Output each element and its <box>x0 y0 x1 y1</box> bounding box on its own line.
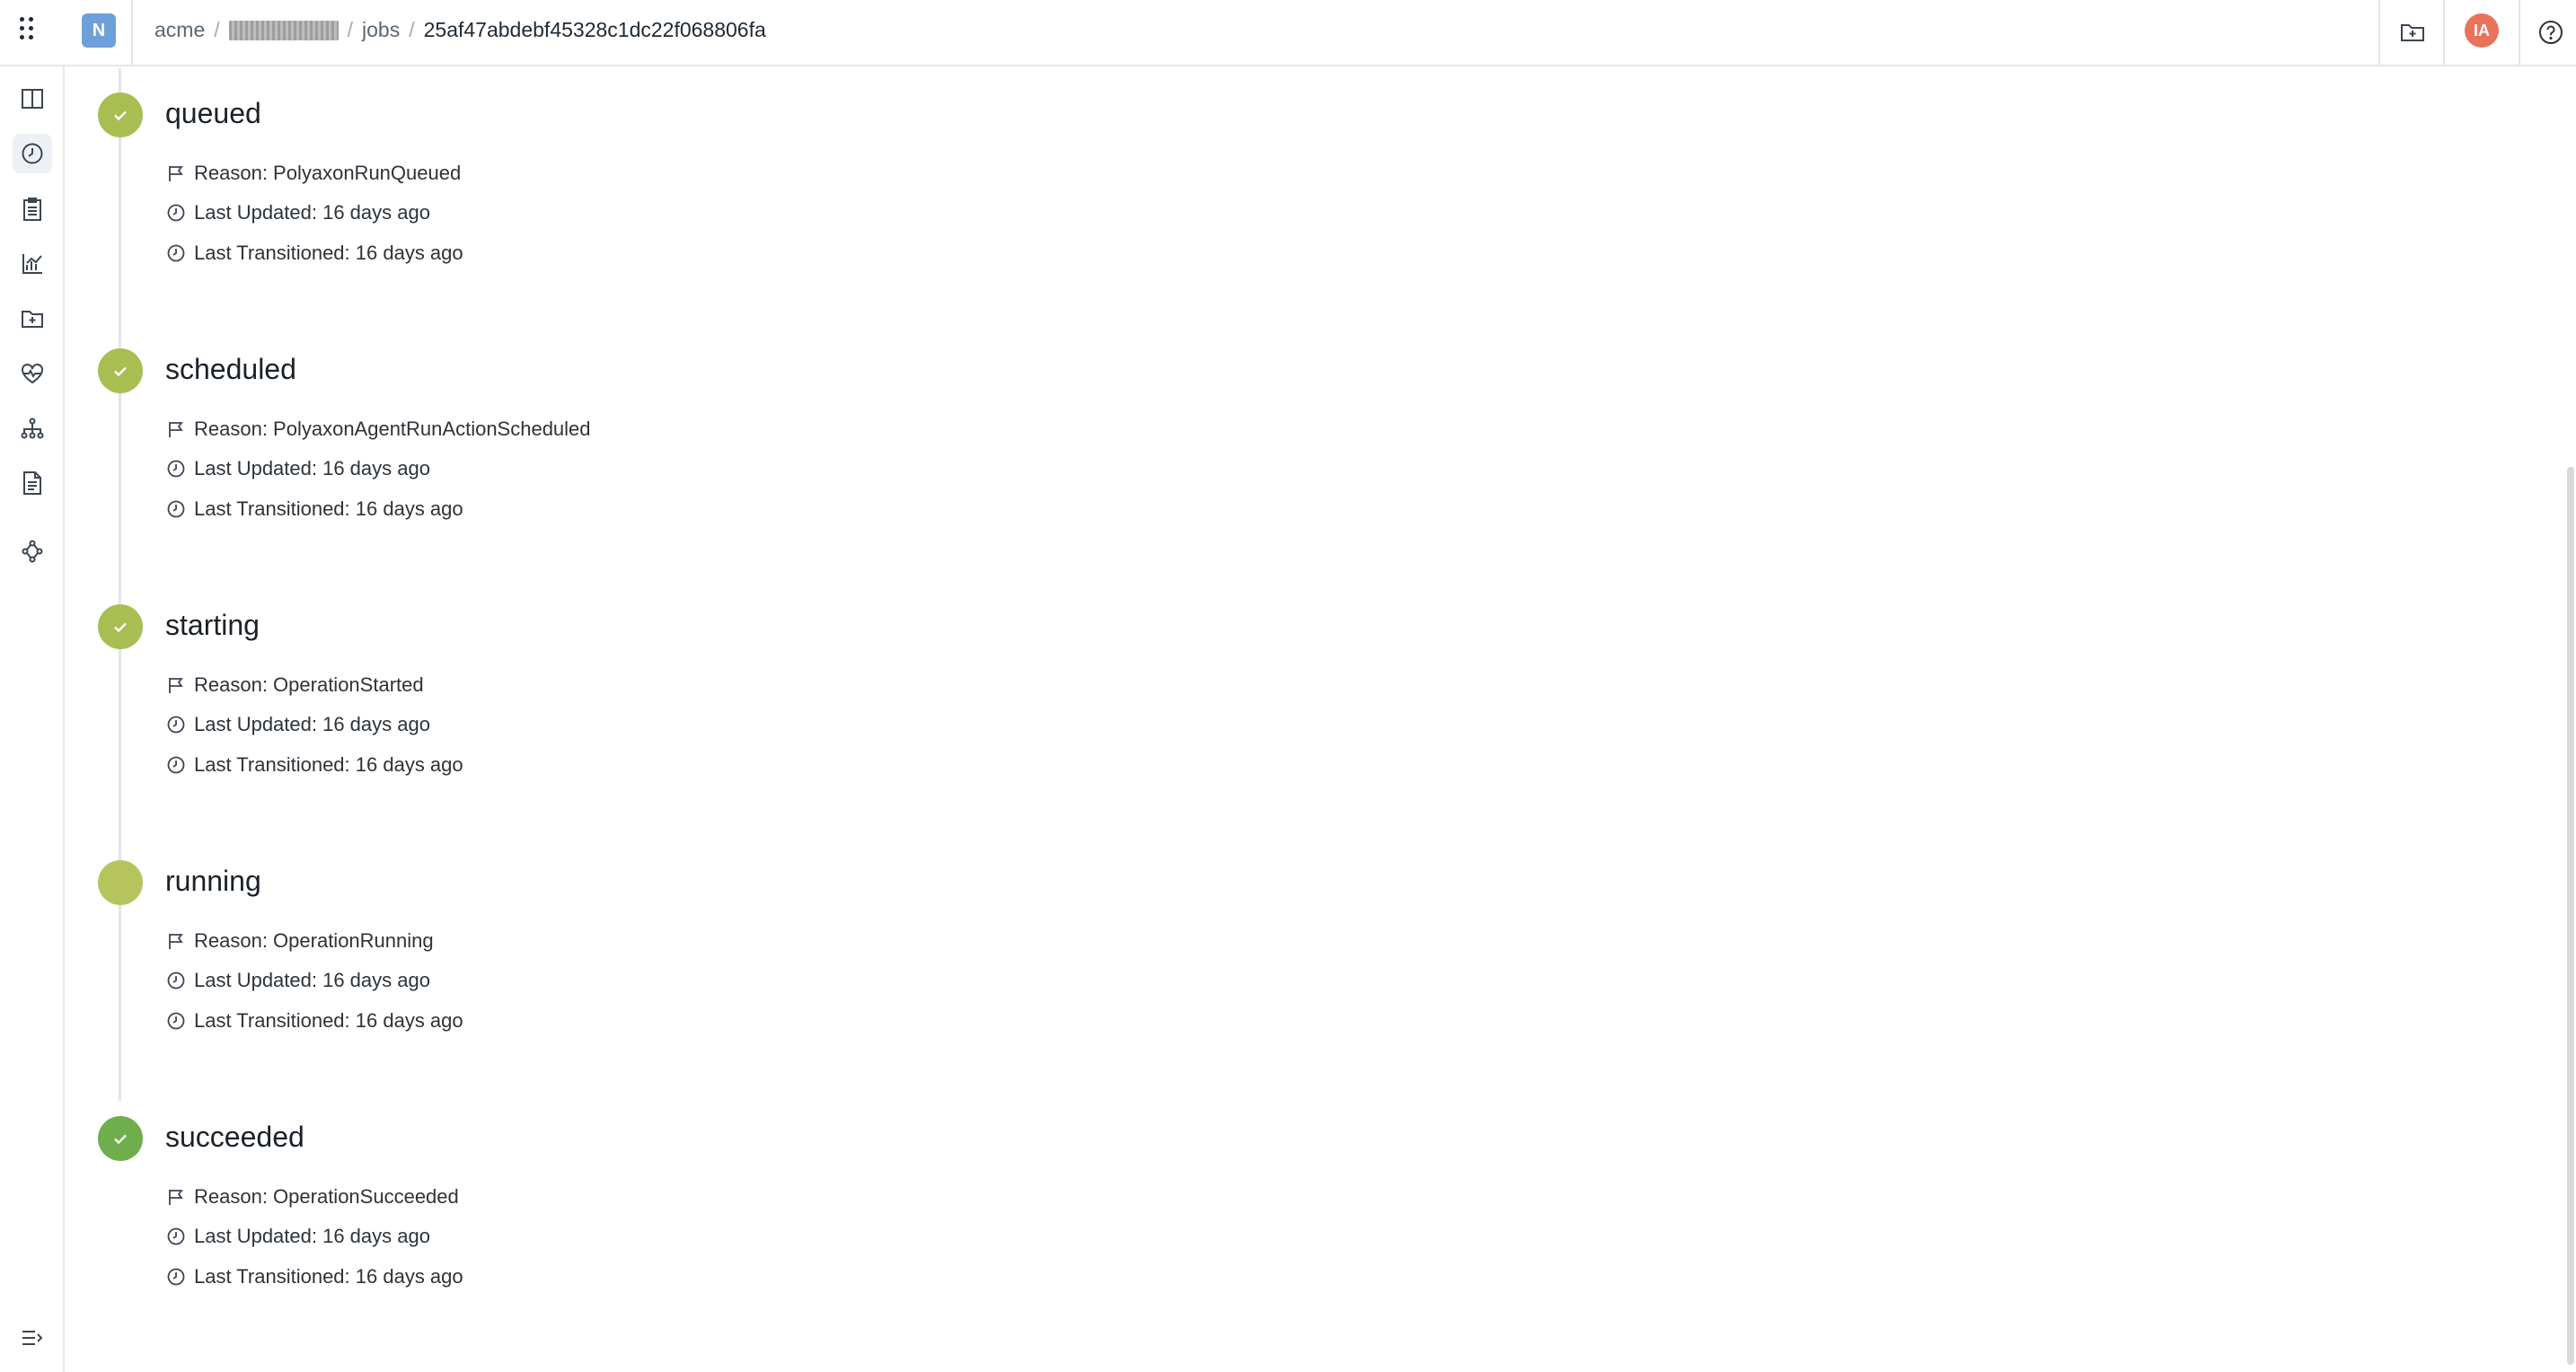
breadcrumb-separator: / <box>214 18 220 41</box>
stage-reason: Reason: PolyaxonRunQueued <box>165 162 461 185</box>
stage-title: running <box>165 865 261 897</box>
stage-last-transitioned: Last Transitioned: 16 days ago <box>165 753 463 777</box>
stage-reason: Reason: OperationRunning <box>165 929 434 953</box>
chart-icon[interactable] <box>13 244 52 284</box>
stage-last-updated: Last Updated: 16 days ago <box>165 201 430 224</box>
divider <box>2378 0 2380 66</box>
help-icon[interactable] <box>2535 16 2567 48</box>
reason-text: Reason: PolyaxonRunQueued <box>194 162 462 184</box>
stage-reason: Reason: PolyaxonAgentRunActionScheduled <box>165 418 591 441</box>
scrollbar[interactable] <box>2565 68 2576 1372</box>
folder-icon[interactable] <box>13 299 52 339</box>
check-icon <box>98 1116 143 1161</box>
last-transitioned-text: Last Transitioned: 16 days ago <box>194 1009 463 1032</box>
clock-icon <box>165 1226 187 1247</box>
clock-icon <box>165 754 187 776</box>
reason-text: Reason: OperationStarted <box>194 673 424 696</box>
stage-reason: Reason: OperationSucceeded <box>165 1185 459 1209</box>
scrollbar-thumb[interactable] <box>2567 467 2574 1365</box>
clock-icon <box>165 242 187 264</box>
clock-icon <box>165 1010 187 1032</box>
clock-icon[interactable] <box>13 134 52 173</box>
graph-icon[interactable] <box>13 532 52 571</box>
flag-icon <box>165 1186 187 1208</box>
org-avatar[interactable]: N <box>82 13 116 48</box>
last-updated-text: Last Updated: 16 days ago <box>194 713 430 735</box>
divider <box>2519 0 2520 66</box>
top-bar: N acme / / jobs / 25af47abdebf45328c1dc2… <box>0 0 2576 66</box>
sidebar <box>0 66 65 1372</box>
breadcrumb: acme / / jobs / 25af47abdebf45328c1dc22f… <box>154 18 766 42</box>
clipboard-icon[interactable] <box>13 189 52 229</box>
clock-icon <box>165 714 187 735</box>
check-icon <box>98 604 143 649</box>
breadcrumb-section[interactable]: jobs <box>362 18 400 42</box>
flag-icon <box>165 674 187 696</box>
check-icon <box>98 92 143 137</box>
hierarchy-icon[interactable] <box>13 409 52 448</box>
last-transitioned-text: Last Transitioned: 16 days ago <box>194 497 463 520</box>
stage-title: queued <box>165 97 261 129</box>
clock-icon <box>165 498 187 520</box>
stage-last-updated: Last Updated: 16 days ago <box>165 1225 430 1248</box>
app-menu-grid-icon[interactable] <box>13 13 41 45</box>
stage-last-updated: Last Updated: 16 days ago <box>165 713 430 736</box>
timeline-line <box>119 68 121 1101</box>
breadcrumb-separator: / <box>409 18 415 41</box>
breadcrumb-separator: / <box>347 18 354 41</box>
flag-icon <box>165 418 187 440</box>
reason-text: Reason: OperationRunning <box>194 929 434 952</box>
check-icon <box>98 348 143 393</box>
stage-last-updated: Last Updated: 16 days ago <box>165 969 430 992</box>
divider <box>2443 0 2445 66</box>
divider <box>131 0 133 66</box>
reason-text: Reason: PolyaxonAgentRunActionScheduled <box>194 418 591 440</box>
document-icon[interactable] <box>13 463 52 503</box>
clock-icon <box>165 202 187 224</box>
reason-text: Reason: OperationSucceeded <box>194 1185 459 1208</box>
clock-icon <box>165 970 187 991</box>
last-updated-text: Last Updated: 16 days ago <box>194 457 430 479</box>
clock-icon <box>165 458 187 479</box>
breadcrumb-project-redacted[interactable] <box>228 20 339 40</box>
menu-collapse-icon[interactable] <box>13 1318 52 1358</box>
last-transitioned-text: Last Transitioned: 16 days ago <box>194 753 463 776</box>
stage-reason: Reason: OperationStarted <box>165 673 424 697</box>
last-updated-text: Last Updated: 16 days ago <box>194 969 430 991</box>
clock-icon <box>165 1266 187 1288</box>
flag-icon <box>165 930 187 952</box>
columns-icon[interactable] <box>13 79 52 119</box>
user-avatar[interactable]: IA <box>2465 13 2499 48</box>
stage-last-transitioned: Last Transitioned: 16 days ago <box>165 497 463 521</box>
last-transitioned-text: Last Transitioned: 16 days ago <box>194 1265 463 1288</box>
heartbeat-icon[interactable] <box>13 354 52 393</box>
status-timeline: queued Reason: PolyaxonRunQueued Last Up… <box>66 68 2554 1372</box>
flag-icon <box>165 163 187 184</box>
stage-last-transitioned: Last Transitioned: 16 days ago <box>165 242 463 265</box>
last-updated-text: Last Updated: 16 days ago <box>194 1225 430 1247</box>
breadcrumb-run-id: 25af47abdebf45328c1dc22f068806fa <box>423 18 766 41</box>
new-folder-icon[interactable] <box>2396 16 2429 48</box>
last-transitioned-text: Last Transitioned: 16 days ago <box>194 242 463 264</box>
stage-title: scheduled <box>165 353 296 385</box>
last-updated-text: Last Updated: 16 days ago <box>194 201 430 224</box>
stage-last-transitioned: Last Transitioned: 16 days ago <box>165 1265 463 1288</box>
stage-title: starting <box>165 609 260 641</box>
stage-title: succeeded <box>165 1121 304 1153</box>
stage-last-updated: Last Updated: 16 days ago <box>165 457 430 480</box>
running-status-dot <box>98 860 143 905</box>
stage-last-transitioned: Last Transitioned: 16 days ago <box>165 1009 463 1033</box>
breadcrumb-org[interactable]: acme <box>154 18 205 42</box>
